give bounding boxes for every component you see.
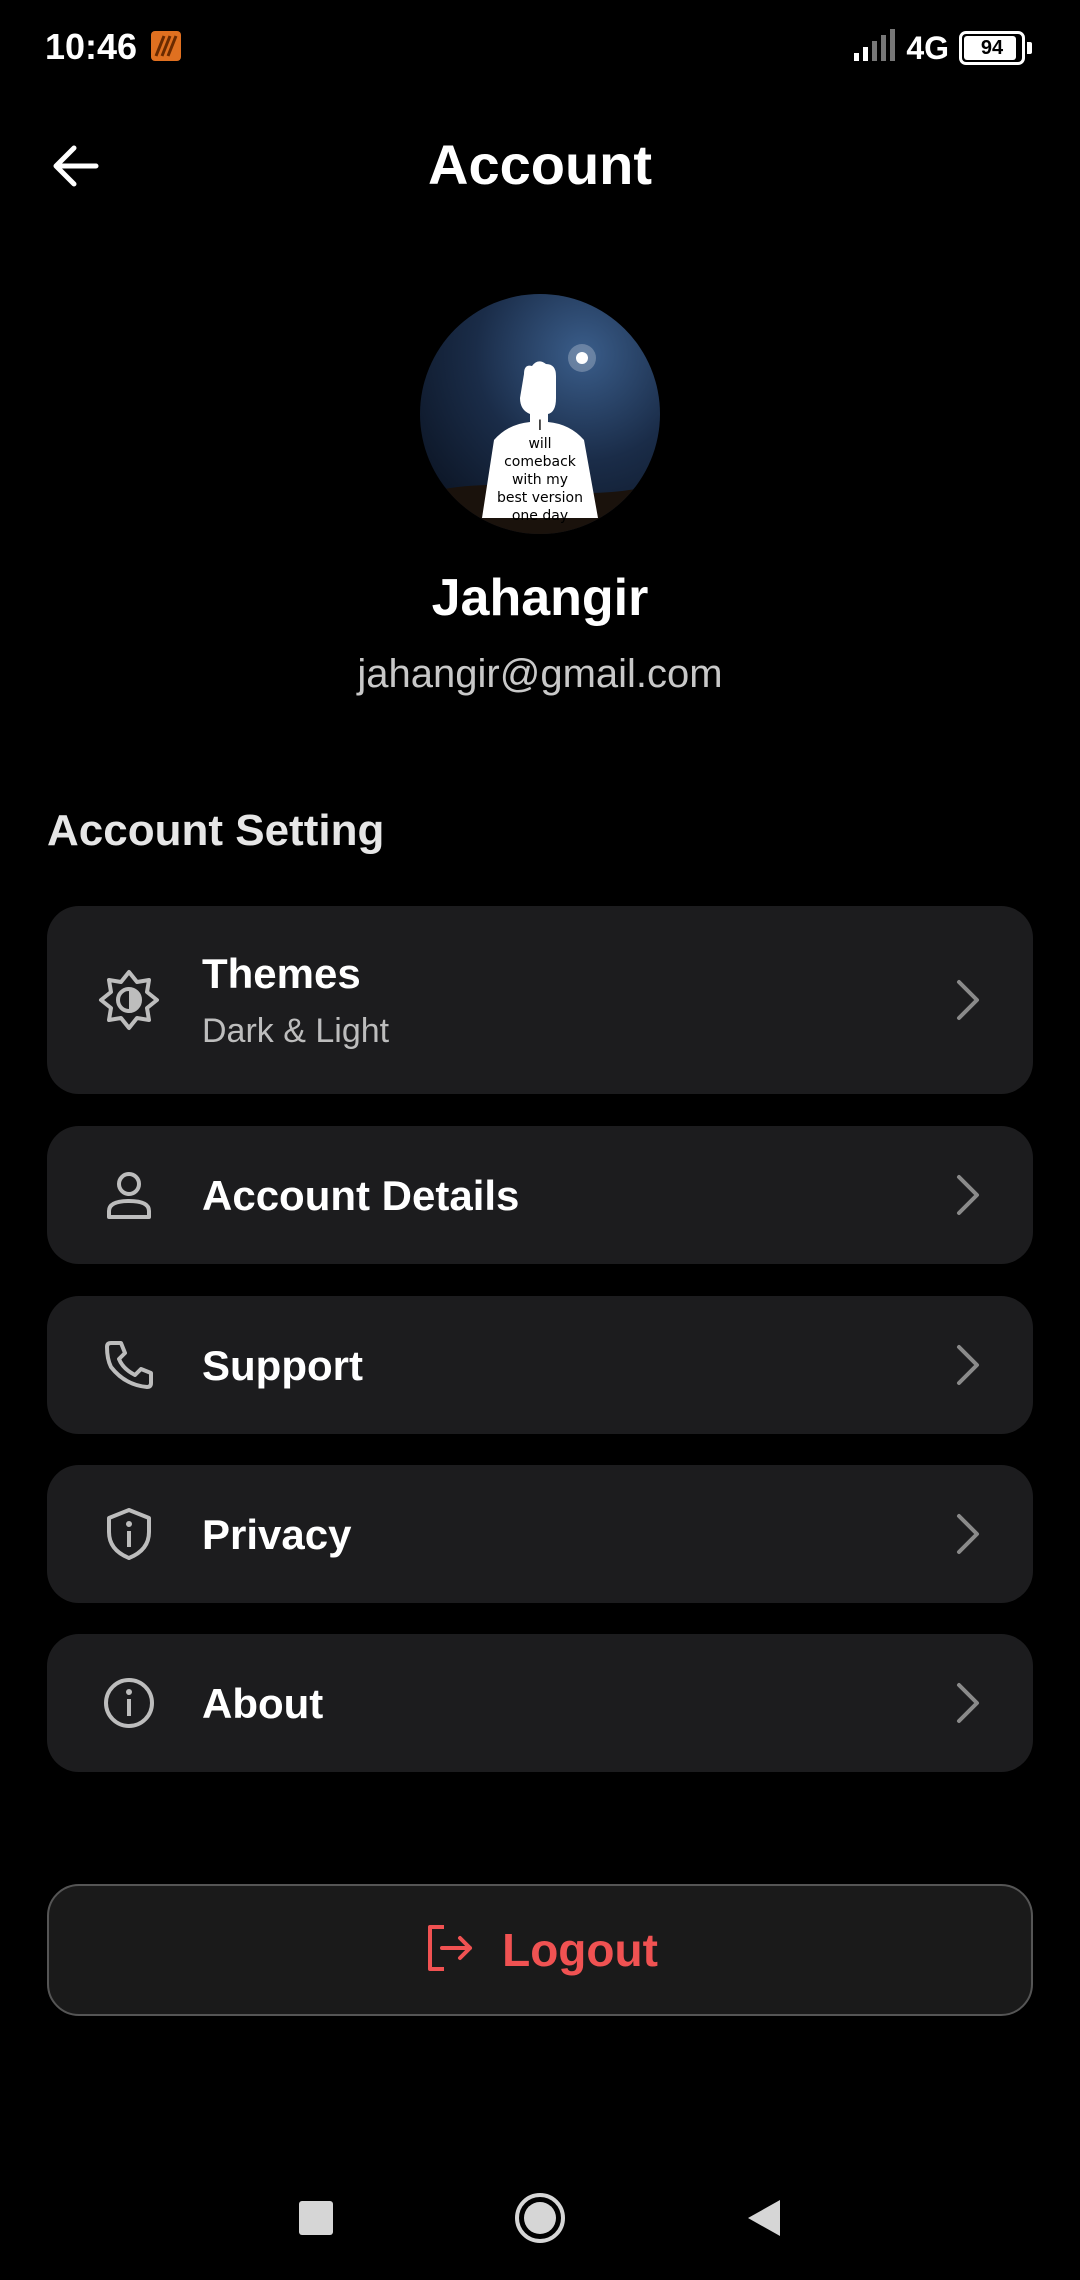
recents-icon bbox=[296, 2198, 336, 2243]
info-icon bbox=[93, 1667, 165, 1739]
status-bar: 10:46 4G 94 bbox=[0, 0, 1080, 96]
logout-button[interactable]: Logout bbox=[47, 1884, 1033, 2016]
page-title: Account bbox=[428, 133, 652, 196]
back-nav-button[interactable] bbox=[734, 2190, 794, 2250]
chevron-right-icon bbox=[947, 1510, 987, 1558]
user-email: jahangir@gmail.com bbox=[357, 652, 723, 696]
row-label: Privacy bbox=[202, 1511, 352, 1558]
network-type: 4G bbox=[906, 29, 949, 66]
privacy-row[interactable]: Privacy bbox=[47, 1465, 1033, 1603]
chevron-right-icon bbox=[947, 1679, 987, 1727]
avatar-text-line: with my bbox=[512, 472, 568, 488]
about-row[interactable]: About bbox=[47, 1634, 1033, 1772]
logout-icon bbox=[422, 1921, 476, 1980]
battery-level: 94 bbox=[980, 36, 1004, 59]
chevron-right-icon bbox=[947, 1341, 987, 1389]
shield-icon bbox=[93, 1498, 165, 1570]
app-header: Account bbox=[0, 110, 1080, 220]
user-name: Jahangir bbox=[431, 569, 649, 627]
phone-icon bbox=[93, 1329, 165, 1401]
battery-icon: 94 bbox=[959, 31, 1025, 65]
avatar-text-line: I bbox=[538, 418, 542, 434]
home-icon bbox=[512, 2190, 568, 2251]
avatar-text-line: best version bbox=[497, 490, 583, 506]
support-row[interactable]: Support bbox=[47, 1296, 1033, 1434]
account-details-row[interactable]: Account Details bbox=[47, 1126, 1033, 1264]
status-indicators: 4G 94 bbox=[852, 24, 1032, 72]
row-label: Themes bbox=[202, 950, 361, 997]
system-nav-bar bbox=[0, 2160, 1080, 2280]
brightness-icon bbox=[93, 964, 165, 1036]
home-button[interactable] bbox=[510, 2190, 570, 2250]
row-label: Account Details bbox=[202, 1172, 520, 1219]
avatar[interactable]: I will comeback with my best version one… bbox=[420, 294, 660, 534]
signal-icon bbox=[852, 28, 896, 68]
themes-row[interactable]: Themes Dark & Light bbox=[47, 906, 1033, 1094]
section-title: Account Setting bbox=[47, 806, 385, 855]
recents-button[interactable] bbox=[286, 2190, 346, 2250]
row-sublabel: Dark & Light bbox=[202, 1012, 390, 1050]
avatar-text-line: one day bbox=[512, 508, 568, 524]
person-icon bbox=[93, 1159, 165, 1231]
chevron-right-icon bbox=[947, 976, 987, 1024]
battery-tip bbox=[1027, 42, 1032, 54]
chevron-right-icon bbox=[947, 1171, 987, 1219]
avatar-text-line: comeback bbox=[504, 454, 577, 470]
logout-label: Logout bbox=[502, 1924, 658, 1976]
flame-app-icon bbox=[150, 30, 182, 62]
row-label: Support bbox=[202, 1342, 363, 1389]
avatar-text-line: will bbox=[528, 436, 551, 452]
back-triangle-icon bbox=[744, 2196, 784, 2245]
status-time: 10:46 bbox=[45, 26, 138, 67]
row-label: About bbox=[202, 1680, 324, 1727]
